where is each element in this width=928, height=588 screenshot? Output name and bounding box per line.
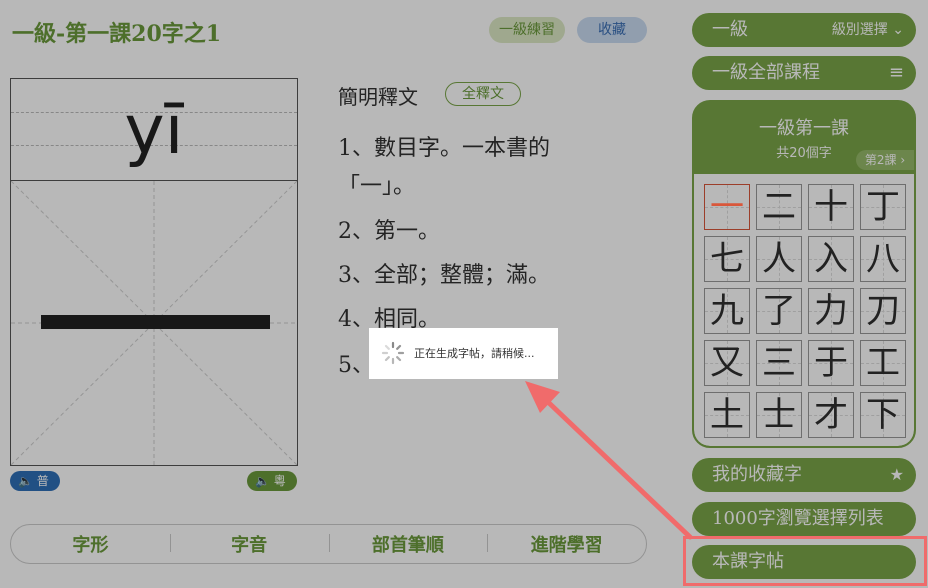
lesson-char-cell[interactable]: 工 bbox=[860, 340, 906, 386]
lesson-char-text: 下 bbox=[866, 395, 900, 435]
annotation-highlight bbox=[683, 536, 927, 586]
lesson-char-text: 丁 bbox=[866, 187, 900, 227]
lesson-char-cell[interactable]: 了 bbox=[756, 288, 802, 334]
lesson-char-cell[interactable]: 三 bbox=[756, 340, 802, 386]
lesson-char-cell[interactable]: 才 bbox=[808, 392, 854, 438]
lesson-char-cell[interactable]: 入 bbox=[808, 236, 854, 282]
lesson-char-text: 又 bbox=[710, 343, 744, 383]
lesson-char-cell[interactable]: 七 bbox=[704, 236, 750, 282]
lesson-char-cell[interactable]: 下 bbox=[860, 392, 906, 438]
lesson-char-cell[interactable]: 八 bbox=[860, 236, 906, 282]
lesson-char-cell[interactable]: 于 bbox=[808, 340, 854, 386]
lesson-char-cell[interactable]: 土 bbox=[704, 392, 750, 438]
lesson-char-text: 二 bbox=[762, 187, 796, 227]
lesson-char-cell[interactable]: 人 bbox=[756, 236, 802, 282]
lesson-char-cell[interactable]: 刀 bbox=[860, 288, 906, 334]
lesson-char-text: 工 bbox=[866, 343, 900, 383]
lesson-char-cell[interactable]: 士 bbox=[756, 392, 802, 438]
lesson-char-text: 七 bbox=[710, 239, 744, 279]
lesson-char-cell[interactable]: 一 bbox=[704, 184, 750, 230]
lesson-char-cell[interactable]: 又 bbox=[704, 340, 750, 386]
lesson-char-text: 一 bbox=[710, 187, 744, 227]
lesson-char-cell[interactable]: 九 bbox=[704, 288, 750, 334]
lesson-char-text: 力 bbox=[814, 291, 848, 331]
lesson-char-text: 十 bbox=[814, 187, 848, 227]
lesson-char-cell[interactable]: 十 bbox=[808, 184, 854, 230]
lesson-char-text: 士 bbox=[762, 395, 796, 435]
lesson-char-text: 九 bbox=[710, 291, 744, 331]
lesson-char-text: 于 bbox=[814, 343, 848, 383]
lesson-char-text: 八 bbox=[866, 239, 900, 279]
lesson-char-cell[interactable]: 丁 bbox=[860, 184, 906, 230]
lesson-char-text: 刀 bbox=[866, 291, 900, 331]
lesson-char-text: 三 bbox=[762, 343, 796, 383]
lesson-char-text: 了 bbox=[762, 291, 796, 331]
lesson-char-cell[interactable]: 二 bbox=[756, 184, 802, 230]
lesson-char-text: 才 bbox=[814, 395, 848, 435]
lesson-char-text: 人 bbox=[762, 239, 796, 279]
lesson-char-cell[interactable]: 力 bbox=[808, 288, 854, 334]
lesson-char-text: 土 bbox=[710, 395, 744, 435]
lesson-char-text: 入 bbox=[814, 239, 848, 279]
